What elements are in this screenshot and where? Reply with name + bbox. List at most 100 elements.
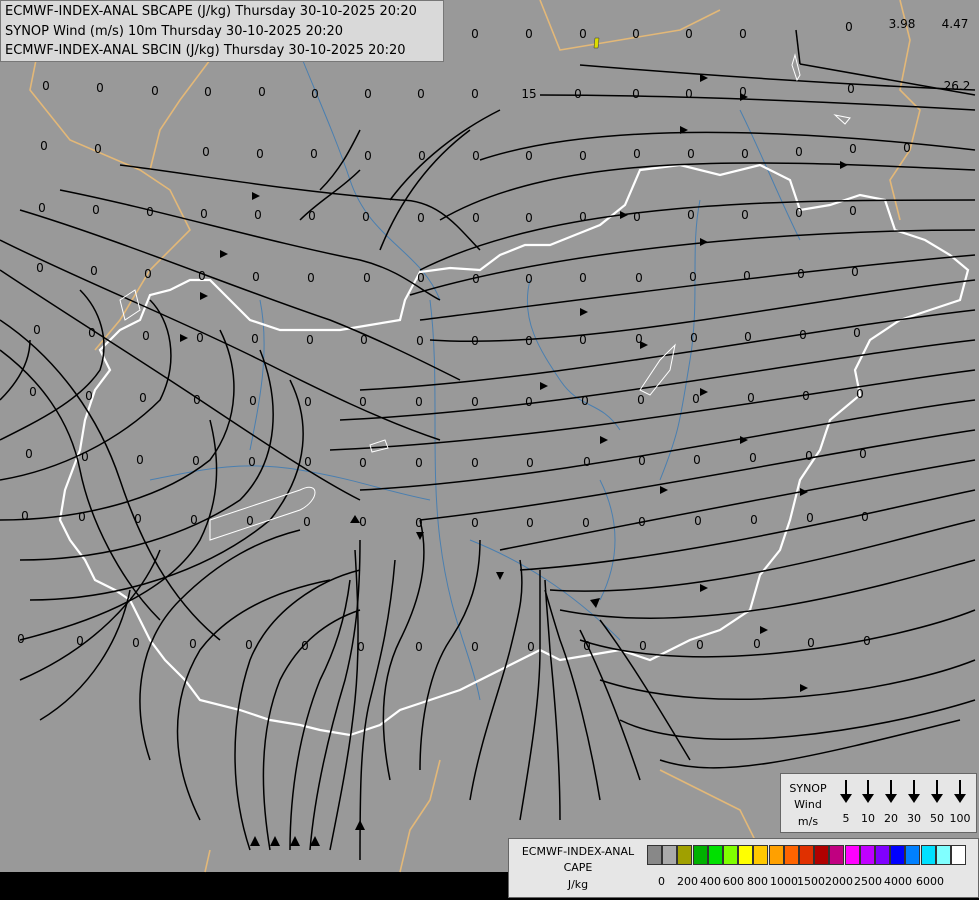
map-value-label: 0 (525, 149, 533, 163)
cape-legend-title: ECMWF-INDEX-ANAL (521, 845, 635, 858)
map-value-label: 0 (739, 27, 747, 41)
map-value-label: 0 (415, 516, 423, 530)
map-value-label: 0 (415, 640, 423, 654)
synop-arrow-label: 100 (949, 812, 971, 825)
map-value-label: 0 (78, 510, 86, 524)
map-value-label: 0 (632, 27, 640, 41)
map-value-label: 0 (21, 509, 29, 523)
cape-color-swatch (844, 845, 860, 865)
map-value-label: 26.2 (944, 79, 971, 93)
map-value-label: 0 (310, 147, 318, 161)
map-value-label: 0 (415, 395, 423, 409)
map-value-label: 0 (861, 510, 869, 524)
map-value-label: 0 (76, 634, 84, 648)
cape-color-swatch (875, 845, 890, 865)
map-value-label: 0 (574, 87, 582, 101)
map-value-label: 0 (190, 513, 198, 527)
map-value-label: 0 (582, 516, 590, 530)
map-value-label: 0 (685, 87, 693, 101)
synop-arrow-icon (835, 778, 857, 808)
map-value-label: 0 (847, 82, 855, 96)
weather-map: 0 0 0 0 0 0 0 3.98 4.470 0 0 0 0 0 0 0 0 15 0 0 0 0 0 26.20 0 0 0 0… (0, 0, 979, 900)
map-value-label: 0 (17, 632, 25, 646)
map-value-label: 0 (471, 334, 479, 348)
map-value-label: 0 (202, 145, 210, 159)
map-value-label: 0 (806, 511, 814, 525)
map-value-label: 0 (134, 512, 142, 526)
map-value-label: 0 (38, 201, 46, 215)
map-value-label: 0 (637, 393, 645, 407)
synop-arrow-icon (926, 778, 948, 808)
map-value-label: 0 (583, 639, 591, 653)
cape-color-swatch (738, 845, 754, 865)
synop-legend-subtitle: Wind (794, 798, 822, 811)
cape-color-swatch (890, 845, 906, 865)
map-value-label: 0 (304, 455, 312, 469)
map-value-label: 0 (25, 447, 33, 461)
synop-legend-title: SYNOP (789, 782, 827, 795)
cape-color-swatch (935, 845, 951, 865)
map-value-label: 0 (849, 204, 857, 218)
cape-tick-label: 1500 (797, 875, 825, 888)
map-value-label: 0 (415, 456, 423, 470)
map-value-label: 0 (525, 334, 533, 348)
map-value-label: 0 (308, 209, 316, 223)
map-value-label: 0 (251, 332, 259, 346)
map-value-label: 0 (583, 455, 591, 469)
map-value-label: 0 (741, 147, 749, 161)
map-value-label: 0 (856, 387, 864, 401)
cape-tick-label: 2000 (825, 875, 853, 888)
map-value-label: 0 (417, 271, 425, 285)
map-value-label: 0 (690, 331, 698, 345)
cape-color-swatch (783, 845, 799, 865)
map-value-label: 0 (81, 450, 89, 464)
map-value-label: 3.98 (889, 17, 916, 31)
map-value-label: 0 (471, 87, 479, 101)
map-value-label: 0 (845, 20, 853, 34)
map-value-label: 0 (753, 637, 761, 651)
map-value-label: 0 (471, 640, 479, 654)
map-value-label: 0 (360, 333, 368, 347)
map-value-label: 0 (189, 637, 197, 651)
map-value-label: 0 (633, 147, 641, 161)
cape-color-swatch (723, 845, 738, 865)
map-value-label: 0 (472, 272, 480, 286)
map-value-label: 0 (254, 208, 262, 222)
map-value-label: 0 (685, 27, 693, 41)
map-value-label: 0 (799, 328, 807, 342)
cape-color-swatch (951, 845, 966, 865)
cape-color-swatch (859, 845, 875, 865)
map-value-label: 0 (687, 208, 695, 222)
map-value-label: 0 (303, 515, 311, 529)
map-value-label: 0 (85, 389, 93, 403)
map-value-label: 0 (795, 206, 803, 220)
map-value-label: 0 (526, 456, 534, 470)
map-value-label: 0 (527, 640, 535, 654)
cape-legend-unit: J/kg (567, 878, 589, 891)
map-value-label: 0 (200, 207, 208, 221)
cape-tick-label: 1000 (770, 875, 798, 888)
map-value-label: 0 (581, 394, 589, 408)
map-value-label: 0 (96, 81, 104, 95)
map-value-label: 0 (579, 149, 587, 163)
map-background (0, 0, 979, 872)
map-value-label: 0 (304, 395, 312, 409)
synop-legend-unit: m/s (797, 815, 819, 828)
map-value-label: 0 (635, 271, 643, 285)
map-value-label: 0 (638, 454, 646, 468)
map-value-label: 0 (903, 141, 911, 155)
map-value-label: 0 (249, 394, 257, 408)
map-value-label: 0 (851, 265, 859, 279)
map-value-label: 0 (252, 270, 260, 284)
cape-tick-label: 2500 (854, 875, 882, 888)
map-value-label: 15 (521, 87, 536, 101)
map-value-label: 0 (364, 87, 372, 101)
map-value-label: 0 (42, 79, 50, 93)
map-value-label: 0 (417, 211, 425, 225)
map-value-label: 0 (849, 142, 857, 156)
cape-legend: ECMWF-INDEX-ANAL CAPE J/kg 0 200 400 600 800… (508, 838, 979, 898)
map-value-label: 0 (741, 208, 749, 222)
synop-arrow-icon (949, 778, 971, 808)
map-value-label: 0 (248, 455, 256, 469)
map-value-label: 0 (632, 87, 640, 101)
